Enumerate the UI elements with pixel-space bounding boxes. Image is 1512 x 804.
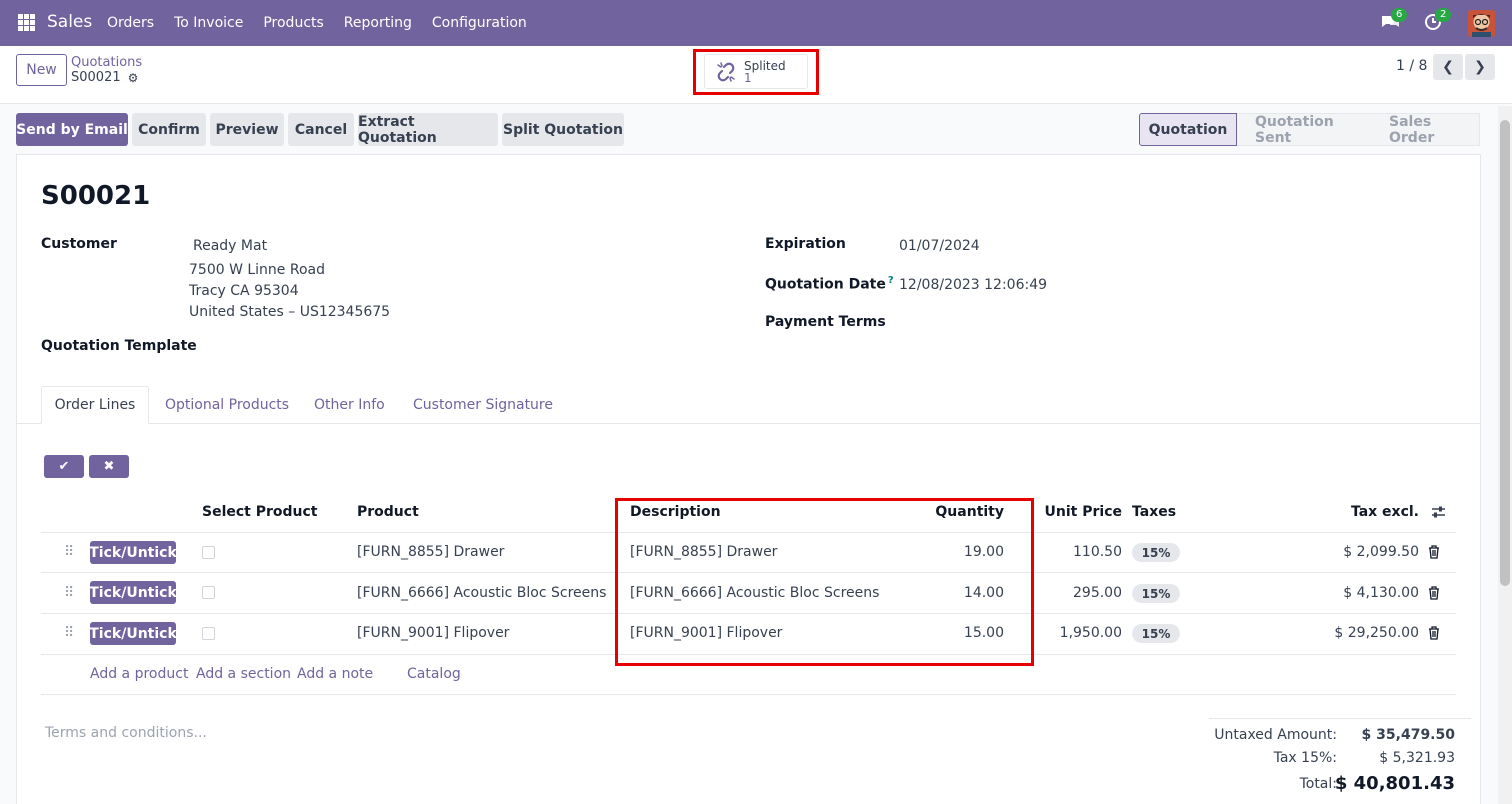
tab-customer-signature[interactable]: Customer Signature — [413, 386, 553, 424]
tab-order-lines[interactable]: Order Lines — [41, 386, 149, 424]
tick-untick-button[interactable]: Tick/Untick — [89, 541, 177, 564]
row-product[interactable]: [FURN_9001] Flipover — [357, 625, 509, 641]
chevron-left-icon[interactable]: ❮ — [1433, 54, 1463, 80]
main-menu: Orders To Invoice Products Reporting Con… — [107, 0, 547, 46]
header-taxes[interactable]: Taxes — [1132, 504, 1176, 520]
quotation-date-field[interactable]: 12/08/2023 12:06:49 — [899, 277, 1047, 293]
header-select-product[interactable]: Select Product — [202, 504, 318, 520]
quotation-date-label: Quotation Date? — [765, 275, 894, 293]
row-unit-price[interactable]: 110.50 — [1022, 544, 1122, 560]
stage-quotation-sent[interactable]: Quotation Sent — [1237, 113, 1369, 146]
customer-address-line3: United States – US12345675 — [189, 304, 391, 320]
terms-input[interactable]: Terms and conditions... — [45, 725, 207, 741]
chat-icon[interactable]: 6 — [1380, 8, 1408, 31]
row-subtotal: $ 29,250.00 — [1334, 625, 1419, 641]
drag-handle-icon[interactable]: ⠿ — [64, 545, 74, 559]
confirm-button[interactable]: Confirm — [132, 113, 206, 146]
column-settings-icon[interactable] — [1431, 505, 1446, 519]
splited-highlight-box — [693, 49, 819, 95]
header-unit-price[interactable]: Unit Price — [1022, 504, 1122, 520]
cancel-button[interactable]: Cancel — [288, 113, 354, 146]
expiration-label: Expiration — [765, 236, 846, 252]
payment-terms-label: Payment Terms — [765, 314, 886, 330]
chevron-right-icon[interactable]: ❯ — [1465, 54, 1495, 80]
total-value: $ 40,801.43 — [1334, 773, 1455, 794]
chat-count-badge: 6 — [1391, 8, 1408, 22]
apps-menu-icon[interactable] — [18, 14, 35, 31]
control-panel: New Quotations S00021 ⚙ Splited 1 1 / 8 … — [0, 46, 1512, 104]
menu-products[interactable]: Products — [263, 15, 323, 31]
app-name[interactable]: Sales — [47, 12, 92, 32]
menu-orders[interactable]: Orders — [107, 15, 154, 31]
menu-reporting[interactable]: Reporting — [344, 15, 412, 31]
preview-button[interactable]: Preview — [210, 113, 284, 146]
check-icon[interactable]: ✔ — [44, 455, 84, 478]
stage-quotation[interactable]: Quotation — [1139, 113, 1237, 146]
extract-quotation-button[interactable]: Extract Quotation — [358, 113, 498, 146]
untaxed-amount-value: $ 35,479.50 — [1361, 727, 1455, 743]
tax-badge[interactable]: 15% — [1132, 543, 1180, 562]
menu-to-invoice[interactable]: To Invoice — [174, 15, 243, 31]
split-quotation-button[interactable]: Split Quotation — [502, 113, 624, 146]
select-product-checkbox[interactable] — [202, 546, 215, 559]
activity-icon[interactable]: 2 — [1424, 8, 1452, 31]
menu-configuration[interactable]: Configuration — [432, 15, 527, 31]
tax-value: $ 5,321.93 — [1379, 750, 1455, 766]
totals-divider — [1209, 718, 1471, 719]
page-title: S00021 — [41, 181, 151, 211]
trash-icon[interactable] — [1428, 545, 1440, 559]
scrollbar-thumb[interactable] — [1500, 120, 1510, 586]
drag-handle-icon[interactable]: ⠿ — [64, 586, 74, 600]
customer-address-line2: Tracy CA 95304 — [189, 283, 299, 299]
customer-label: Customer — [41, 236, 117, 252]
user-avatar[interactable] — [1468, 10, 1495, 37]
trash-icon[interactable] — [1428, 586, 1440, 600]
new-button[interactable]: New — [16, 54, 67, 86]
tab-optional-products[interactable]: Optional Products — [165, 386, 289, 424]
quotation-template-label: Quotation Template — [41, 338, 197, 354]
tick-untick-button[interactable]: Tick/Untick — [89, 581, 177, 604]
tab-other-info[interactable]: Other Info — [314, 386, 385, 424]
row-subtotal: $ 4,130.00 — [1343, 585, 1419, 601]
header-tax-excl[interactable]: Tax excl. — [1319, 504, 1419, 520]
close-icon[interactable]: ✖ — [89, 455, 129, 478]
drag-handle-icon[interactable]: ⠿ — [64, 626, 74, 640]
select-product-checkbox[interactable] — [202, 586, 215, 599]
tax-badge[interactable]: 15% — [1132, 584, 1180, 603]
statusbar: Quotation Quotation Sent Sales Order — [1139, 113, 1480, 146]
breadcrumb-quotations[interactable]: Quotations — [71, 55, 142, 70]
header-product[interactable]: Product — [357, 504, 419, 520]
tax-badge[interactable]: 15% — [1132, 624, 1180, 643]
table-bottom-divider — [41, 694, 1456, 695]
gear-icon[interactable]: ⚙ — [128, 71, 139, 85]
add-note-link[interactable]: Add a note — [297, 666, 373, 682]
add-product-link[interactable]: Add a product — [90, 666, 188, 682]
record-name: S00021 — [71, 70, 121, 85]
pager-counter[interactable]: 1 / 8 — [1396, 58, 1427, 74]
row-product[interactable]: [FURN_6666] Acoustic Bloc Screens — [357, 585, 606, 601]
row-subtotal: $ 2,099.50 — [1343, 544, 1419, 560]
catalog-link[interactable]: Catalog — [407, 666, 461, 682]
tax-label: Tax 15%: — [1273, 750, 1337, 766]
activity-count-badge: 2 — [1435, 8, 1452, 22]
expiration-field[interactable]: 01/07/2024 — [899, 238, 980, 254]
help-icon[interactable]: ? — [888, 275, 894, 286]
send-by-email-button[interactable]: Send by Email — [16, 113, 128, 146]
row-unit-price[interactable]: 1,950.00 — [1022, 625, 1122, 641]
add-section-link[interactable]: Add a section — [196, 666, 291, 682]
breadcrumb-current: S00021 ⚙ — [71, 70, 138, 85]
row-product[interactable]: [FURN_8855] Drawer — [357, 544, 504, 560]
customer-name[interactable]: Ready Mat — [193, 238, 267, 254]
tick-untick-button[interactable]: Tick/Untick — [89, 622, 177, 645]
description-quantity-highlight-box — [615, 498, 1034, 666]
customer-address-line1: 7500 W Linne Road — [189, 262, 326, 278]
select-product-checkbox[interactable] — [202, 627, 215, 640]
trash-icon[interactable] — [1428, 626, 1440, 640]
top-navbar: Sales Orders To Invoice Products Reporti… — [0, 0, 1512, 46]
row-unit-price[interactable]: 295.00 — [1022, 585, 1122, 601]
stage-sales-order[interactable]: Sales Order — [1369, 113, 1480, 146]
untaxed-amount-label: Untaxed Amount: — [1214, 727, 1337, 743]
